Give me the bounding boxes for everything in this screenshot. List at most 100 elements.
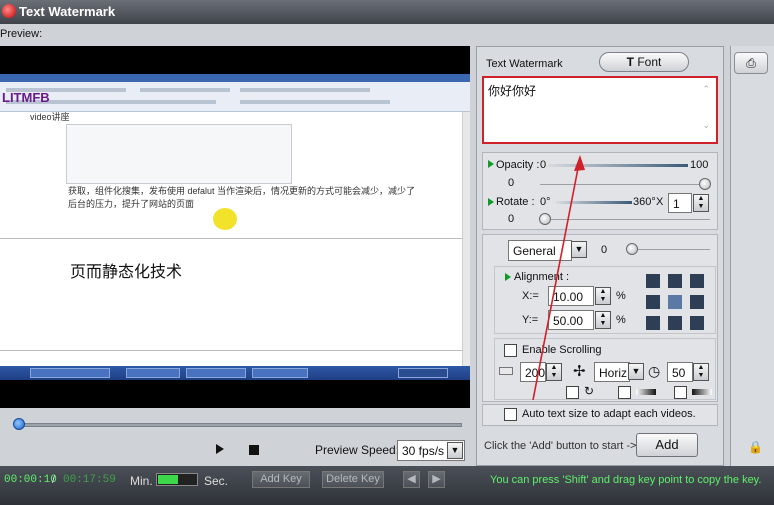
- speed-icon: [499, 367, 513, 375]
- timeline-scrubber[interactable]: [0, 414, 470, 434]
- scroll-speed-value: 200: [525, 366, 546, 380]
- preview-speed-label: Preview Speed:: [315, 443, 400, 457]
- tab-font[interactable]: T Font: [599, 52, 689, 72]
- opacity-label: Opacity :: [496, 159, 540, 171]
- align-bottom-center-icon[interactable]: [668, 316, 682, 330]
- chevron-down-icon[interactable]: ▼: [628, 363, 644, 380]
- mode-slider-thumb[interactable]: [626, 243, 638, 255]
- add-button[interactable]: Add: [636, 433, 698, 457]
- align-center-icon[interactable]: [668, 295, 682, 309]
- time-total: 00:17:59: [63, 474, 116, 486]
- align-middle-right-icon[interactable]: [690, 295, 704, 309]
- lock-icon[interactable]: 🔒: [748, 440, 763, 454]
- enable-scrolling-checkbox[interactable]: [504, 344, 517, 357]
- mode-select-value: General: [513, 244, 556, 258]
- chevron-down-icon[interactable]: ▼: [447, 442, 463, 459]
- fade-out-checkbox[interactable]: [674, 386, 687, 399]
- opacity-min: 0: [540, 159, 547, 171]
- rotate-multiplier-x: X: [656, 196, 664, 208]
- play-icon[interactable]: [216, 444, 224, 454]
- watermark-subtitle: video讲座: [30, 112, 70, 122]
- scroll-direction-value: Horiz: [599, 366, 628, 380]
- zoom-sec-label: Sec.: [204, 474, 229, 488]
- prev-key-icon[interactable]: ◀: [403, 471, 420, 488]
- zoom-fill: [158, 475, 178, 484]
- preview-frame: [0, 74, 470, 380]
- align-bottom-right-icon[interactable]: [690, 316, 704, 330]
- rotate-label: Rotate :: [496, 196, 535, 208]
- rotate-slider-track[interactable]: [540, 219, 710, 220]
- opacity-slider-track[interactable]: [540, 184, 710, 185]
- x-spinner[interactable]: ▲ ▼: [595, 287, 611, 305]
- fade-in-checkbox[interactable]: [618, 386, 631, 399]
- watermark-text-input[interactable]: 你好你好 ⌃ ⌄: [482, 76, 718, 144]
- fade-out-icon: [692, 389, 712, 395]
- printer-icon[interactable]: ⎙: [734, 52, 768, 74]
- mode-value: 0: [601, 244, 608, 256]
- delete-key-button[interactable]: Delete Key: [322, 471, 384, 488]
- x-label: X:=: [522, 290, 539, 302]
- scroll-up-icon[interactable]: ⌃: [702, 84, 710, 95]
- preview-speed-value: 30 fps/s: [402, 444, 445, 458]
- time-current: 00:00:10: [4, 474, 57, 486]
- mode-select[interactable]: General: [508, 240, 572, 261]
- scroll-speed-input[interactable]: 200: [520, 362, 546, 382]
- tab-font-label: Font: [637, 55, 662, 69]
- next-key-icon[interactable]: ▶: [428, 471, 445, 488]
- move-icon: ✢: [573, 363, 586, 380]
- zoom-slider[interactable]: [156, 473, 198, 486]
- side-column: [730, 46, 774, 466]
- opacity-slider-thumb[interactable]: [699, 178, 711, 190]
- align-top-right-icon[interactable]: [690, 274, 704, 288]
- y-spinner[interactable]: ▲ ▼: [595, 311, 611, 329]
- scroll-down-icon[interactable]: ⌄: [702, 120, 710, 131]
- loop-icon: ↻: [584, 384, 595, 398]
- zoom-min-label: Min.: [130, 474, 153, 488]
- scroll-speed-spinner[interactable]: ▲ ▼: [546, 363, 562, 381]
- fade-in-icon: [636, 389, 656, 395]
- stop-icon[interactable]: [249, 445, 259, 455]
- expand-icon[interactable]: [488, 160, 494, 168]
- auto-text-size-label: Auto text size to adapt each videos.: [522, 408, 696, 420]
- opacity-max: 100: [690, 159, 709, 171]
- align-top-center-icon[interactable]: [668, 274, 682, 288]
- window-title: Text Watermark: [19, 4, 116, 19]
- align-middle-left-icon[interactable]: [646, 295, 660, 309]
- preview-label: Preview:: [0, 28, 43, 40]
- rotate-slider-thumb[interactable]: [539, 213, 551, 225]
- rotate-multiplier-input[interactable]: 1: [668, 193, 692, 213]
- title-bar: Text Watermark: [0, 0, 774, 24]
- align-bottom-left-icon[interactable]: [646, 316, 660, 330]
- rotate-multiplier-spinner[interactable]: ▲ ▼: [693, 194, 709, 212]
- expand-icon[interactable]: [488, 198, 494, 206]
- align-top-left-icon[interactable]: [646, 274, 660, 288]
- scroll-time-input[interactable]: 50: [667, 362, 693, 382]
- add-key-button[interactable]: Add Key: [252, 471, 310, 488]
- y-percent: %: [616, 314, 626, 326]
- opacity-range-bar: [548, 164, 688, 167]
- enable-scrolling-label: Enable Scrolling: [522, 344, 602, 356]
- rotate-min: 0°: [540, 196, 551, 208]
- expand-icon[interactable]: [505, 273, 511, 281]
- chevron-down-icon[interactable]: ▼: [571, 241, 587, 258]
- mode-slider-track[interactable]: [626, 249, 710, 250]
- font-icon: T: [626, 55, 634, 69]
- tab-text-watermark[interactable]: Text Watermark: [477, 53, 569, 75]
- loop-checkbox[interactable]: [566, 386, 579, 399]
- timeline-track[interactable]: [14, 423, 462, 427]
- watermark-text-value: 你好你好: [488, 84, 537, 98]
- rotate-value: 0: [508, 213, 515, 225]
- scroll-time-value: 50: [672, 366, 686, 380]
- auto-text-size-checkbox[interactable]: [504, 408, 517, 421]
- watermark-logo: LITMFB: [2, 90, 50, 105]
- opacity-value: 0: [508, 177, 515, 189]
- x-value: 10.00: [553, 290, 584, 304]
- y-input[interactable]: 50.00: [548, 310, 594, 330]
- doc-line-2: 后台的压力，提升了网站的页面: [68, 199, 195, 209]
- scroll-direction-select[interactable]: Horiz: [594, 362, 630, 382]
- y-label: Y:=: [522, 314, 539, 326]
- scroll-time-spinner[interactable]: ▲ ▼: [693, 363, 709, 381]
- timeline-knob[interactable]: [13, 418, 25, 430]
- x-input[interactable]: 10.00: [548, 286, 594, 306]
- captured-document: [0, 112, 462, 380]
